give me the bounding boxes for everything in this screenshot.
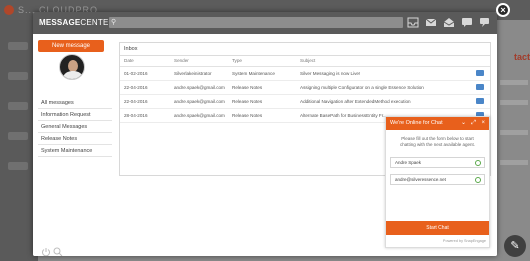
expand-icon[interactable]: ⤢ [471,117,476,130]
chat-bubble-icon[interactable] [479,17,491,28]
cell-type: Release Notes [228,108,296,123]
chat-name-field[interactable]: Andre Spaek [390,157,485,168]
cell-action [472,94,490,109]
cell-date: 01-02-2016 [120,66,170,81]
table-row[interactable]: 01-02-2016 Silverlakeinistrator System M… [120,66,490,81]
inbox-row-icon[interactable] [476,70,484,76]
check-icon [475,177,481,183]
power-icon[interactable] [41,244,51,256]
cell-date: 28-04-2016 [120,108,170,123]
comment-icon[interactable] [461,17,473,28]
background-sidebar-item [8,162,28,170]
column-header-action [472,56,490,67]
cell-type: Release Notes [228,94,296,109]
new-message-button[interactable]: New message [38,40,104,52]
chevron-down-icon[interactable]: ⌄ [461,117,466,130]
background-action-label: tact [513,52,530,62]
cell-subject: Additional Navigation after ExtendedMeth… [296,94,472,109]
column-header-subject: Subject [296,56,472,67]
chat-title: We're Online for Chat [390,120,443,126]
inbox-table: Date Sender Type Subject 01-02-2016 Silv… [120,56,490,123]
folder-list: All messages Information Request General… [38,97,112,157]
background-sidebar-item [8,42,28,50]
inbox-title: Inbox [120,43,490,56]
mail-icon[interactable] [425,17,437,28]
cell-sender: Silverlakeinistrator [170,66,228,81]
search-icon: ⚲ [111,19,117,26]
chat-widget: We're Online for Chat ⌄ ⤢ × Please fill … [385,116,490,248]
chat-message: Please fill out the form below to start … [399,136,476,147]
cell-subject: Silver Messaging is now Live! [296,66,472,81]
powered-by-text: Powered by SnapEngage [442,239,486,243]
close-icon[interactable]: × [481,117,485,130]
background-sidebar-item [8,102,28,110]
avatar [59,54,85,80]
close-modal-button[interactable]: × [496,3,510,17]
table-header-row: Date Sender Type Subject [120,56,490,67]
chat-header: We're Online for Chat ⌄ ⤢ × [386,117,489,130]
pencil-icon[interactable]: ✎ [504,235,526,257]
cell-type: System Maintenance [228,66,296,81]
chat-name-value: Andre Spaek [395,160,422,165]
background-row [500,160,528,165]
mail-open-icon[interactable] [443,17,455,28]
search-input[interactable]: ⚲ [109,17,403,28]
cell-date: 22-04-2016 [120,94,170,109]
column-header-sender: Sender [170,56,228,67]
table-row[interactable]: 22-04-2016 andre.spaek@gmail.com Release… [120,94,490,109]
inbox-row-icon[interactable] [476,84,484,90]
cell-action [472,80,490,95]
cell-sender: andre.spaek@gmail.com [170,94,228,109]
inbox-row-icon[interactable] [476,98,484,104]
background-row [500,80,528,85]
chat-email-value: andre@silveressence.net [395,177,446,182]
cell-sender: andre.spaek@gmail.com [170,108,228,123]
message-center-logo: MESSAGECENTER [39,18,115,27]
background-sidebar-item [8,72,28,80]
chat-email-field[interactable]: andre@silveressence.net [390,174,485,185]
folder-information-request[interactable]: Information Request [38,109,112,121]
avatar-body [63,71,83,79]
start-chat-button[interactable]: Start Chat [386,221,489,235]
folder-general-messages[interactable]: General Messages [38,121,112,133]
cell-type: Release Notes [228,80,296,95]
cell-sender: andre.spaek@gmail.com [170,80,228,95]
zoom-icon[interactable] [53,244,63,256]
background-logo-icon [4,5,14,15]
background-sidebar-item [8,132,28,140]
logo-first: MESSAGE [39,18,81,27]
column-header-date: Date [120,56,170,67]
background-row [500,130,528,135]
background-row [500,100,528,105]
folder-release-notes[interactable]: Release Notes [38,133,112,145]
folder-all-messages[interactable]: All messages [38,97,112,109]
check-icon [475,160,481,166]
cell-date: 22-04-2016 [120,80,170,95]
message-center-header: MESSAGECENTER ⚲ [33,12,497,34]
inbox-icon[interactable] [407,17,419,28]
cell-subject: Assigning multiple Configurator on a sin… [296,80,472,95]
table-row[interactable]: 22-04-2016 andre.spaek@gmail.com Release… [120,80,490,95]
folder-system-maintenance[interactable]: System Maintenance [38,145,112,157]
column-header-type: Type [228,56,296,67]
cell-action [472,66,490,81]
